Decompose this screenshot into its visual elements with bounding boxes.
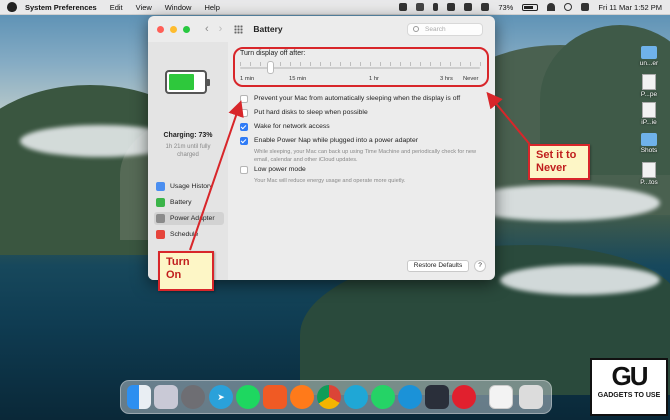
turn-on-callout: Turn On [158,251,214,291]
finder-icon[interactable] [127,385,151,409]
brave-icon[interactable] [263,385,287,409]
chrome-icon[interactable] [317,385,341,409]
opera-gx-icon[interactable] [452,385,476,409]
arrow-to-checkbox [189,100,244,251]
set-to-never-callout: Set it to Never [528,144,590,180]
whatsapp-icon[interactable] [371,385,395,409]
firefox-icon[interactable] [290,385,314,409]
spotify-icon[interactable] [236,385,260,409]
launchpad-icon[interactable] [154,385,178,409]
opera-icon[interactable] [398,385,422,409]
edge-icon[interactable] [344,385,368,409]
system-preferences-icon[interactable] [181,385,205,409]
arrow-to-slider [486,91,533,148]
annotation-arrows [189,91,533,251]
telegram-icon[interactable]: ➤ [209,385,233,409]
trash-icon[interactable] [519,385,543,409]
mail-icon[interactable] [489,385,513,409]
dock: ➤ [120,380,552,414]
steam-icon[interactable] [425,385,449,409]
watermark-logo: GU GADGETS TO USE [590,358,668,416]
